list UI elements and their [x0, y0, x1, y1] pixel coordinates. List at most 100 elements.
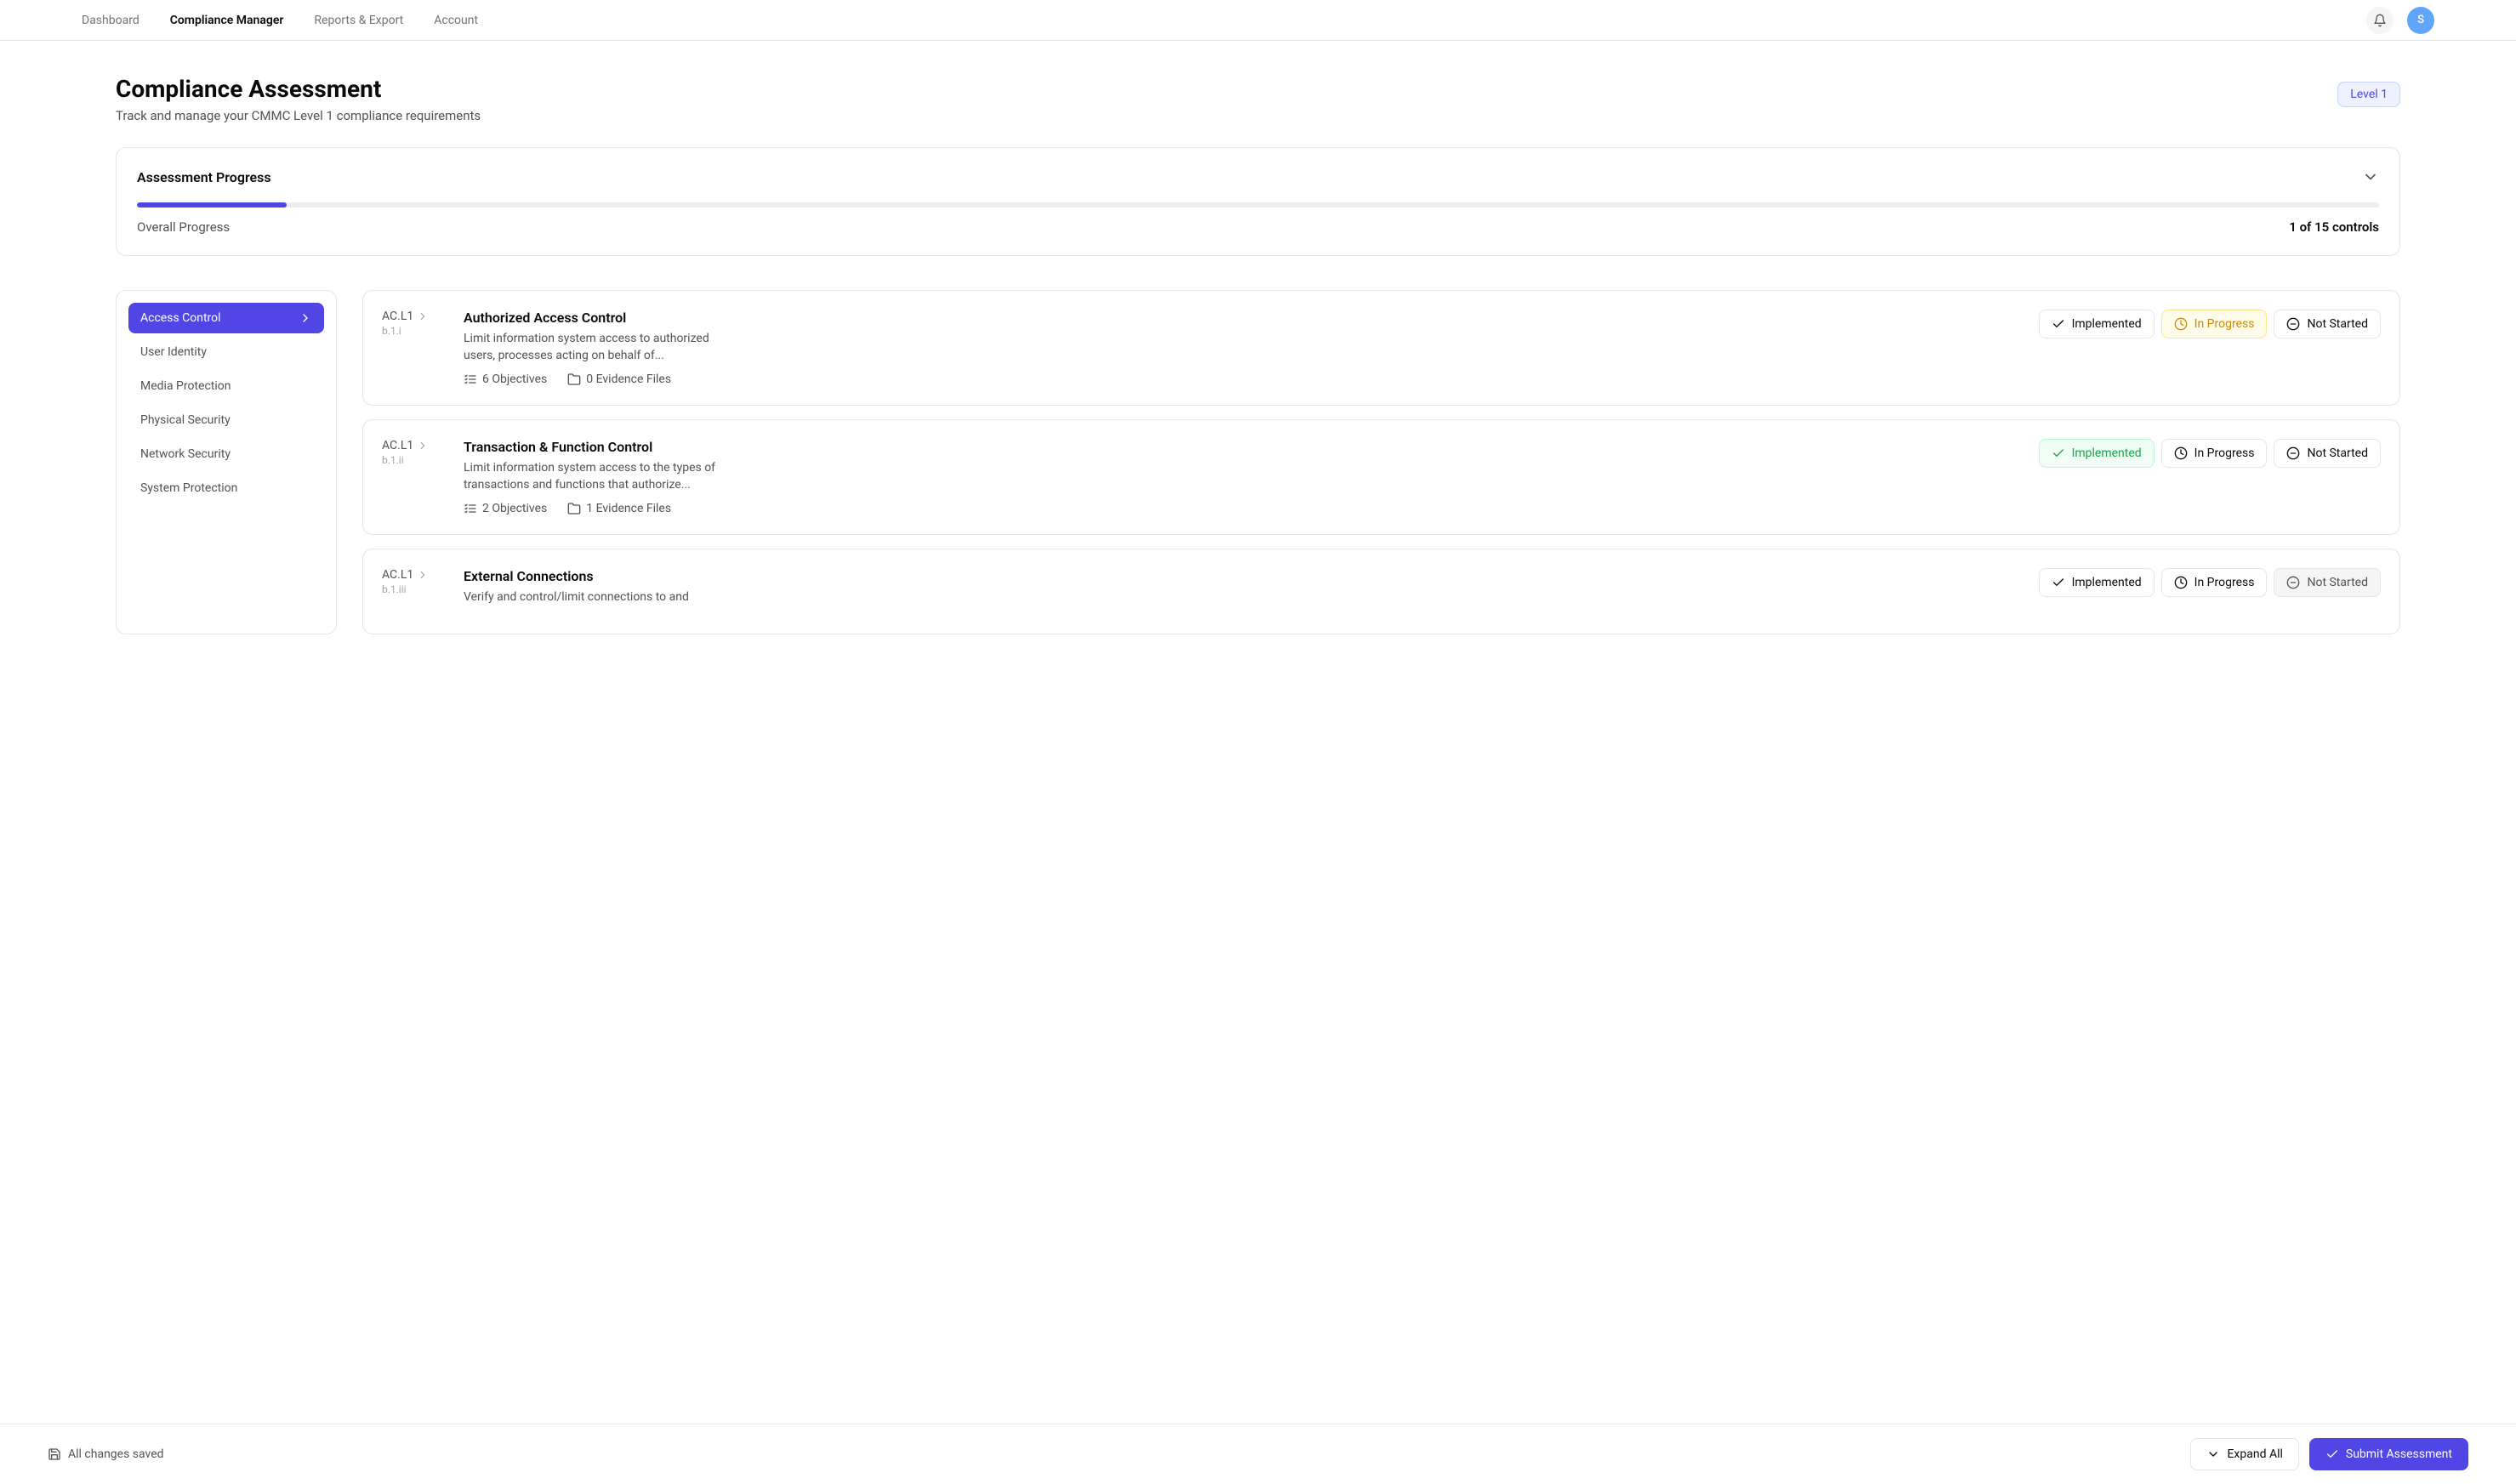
chevron-down-icon: [2206, 1447, 2220, 1461]
control-card: AC.L1b.1.i Authorized Access Control Limit…: [362, 290, 2400, 406]
sidebar-item-label: Access Control: [140, 311, 221, 325]
status-button-label: Implemented: [2072, 576, 2142, 589]
clock-icon: [2174, 446, 2188, 460]
progress-info: Overall Progress 1 of 15 controls: [137, 219, 2379, 235]
status-button-implemented[interactable]: Implemented: [2039, 568, 2155, 597]
status-buttons: Implemented In Progress Not Started: [2039, 310, 2381, 386]
chevron-right-icon: [417, 569, 429, 581]
status-button-not-started[interactable]: Not Started: [2274, 439, 2381, 468]
status-button-not-started[interactable]: Not Started: [2274, 310, 2381, 338]
control-id-sub: b.1.ii: [382, 454, 440, 466]
control-id: AC.L1b.1.i: [382, 310, 440, 386]
list-checks-icon: [464, 372, 477, 386]
control-id-main: AC.L1: [382, 568, 440, 582]
nav-tabs: Dashboard Compliance Manager Reports & Exp…: [82, 2, 478, 39]
status-button-label: Not Started: [2307, 446, 2368, 460]
progress-bar: [137, 202, 2379, 208]
sidebar-item-system-protection[interactable]: System Protection: [128, 473, 324, 503]
objectives-meta: 2 Objectives: [464, 502, 547, 515]
control-id-main: AC.L1: [382, 439, 440, 452]
check-icon: [2052, 576, 2065, 589]
control-description: Limit information system access to autho…: [464, 331, 719, 364]
status-button-label: Implemented: [2072, 446, 2142, 460]
footer-actions: Expand All Submit Assessment: [2190, 1438, 2468, 1470]
progress-label: Overall Progress: [137, 219, 230, 235]
control-id: AC.L1 b.1.ii: [382, 439, 440, 515]
control-id-sub: b.1.iii: [382, 583, 440, 595]
control-id: AC.L1b.1.iii: [382, 568, 440, 615]
body-row: Access Control User Identity Media Protect…: [116, 290, 2400, 634]
avatar[interactable]: S: [2407, 7, 2434, 34]
status-button-label: Not Started: [2307, 317, 2368, 331]
bell-icon: [2373, 14, 2387, 27]
notifications-button[interactable]: [2366, 7, 2394, 34]
evidence-meta: 1 Evidence Files: [567, 502, 671, 515]
main-content: Compliance Assessment Track and manage y…: [0, 41, 2516, 711]
nav-tab-account[interactable]: Account: [434, 2, 478, 39]
topbar: Dashboard Compliance Manager Reports & Exp…: [0, 0, 2516, 41]
status-button-label: Not Started: [2307, 576, 2368, 589]
save-icon: [48, 1447, 61, 1461]
chevron-right-icon: [299, 311, 312, 325]
control-title: Authorized Access Control: [464, 310, 2015, 326]
sidebar-item-label: Physical Security: [140, 413, 231, 427]
status-button-label: Implemented: [2072, 317, 2142, 331]
status-button-label: In Progress: [2194, 576, 2255, 589]
status-button-in-progress[interactable]: In Progress: [2161, 568, 2268, 597]
chevron-right-icon: [417, 440, 429, 452]
control-id-main: AC.L1: [382, 310, 440, 323]
nav-tab-dashboard[interactable]: Dashboard: [82, 2, 139, 39]
folder-icon: [567, 502, 581, 515]
sidebar-item-media-protection[interactable]: Media Protection: [128, 371, 324, 401]
sidebar-item-label: Media Protection: [140, 379, 231, 393]
sidebar-item-label: System Protection: [140, 481, 237, 495]
progress-count: 1 of 15 controls: [2289, 219, 2379, 235]
control-title: External Connections: [464, 568, 2015, 584]
status-button-not-started[interactable]: Not Started: [2274, 568, 2381, 597]
status-buttons: Implemented In Progress Not Started: [2039, 568, 2381, 615]
chevron-right-icon: [417, 310, 429, 322]
control-meta: 2 Objectives 1 Evidence Files: [464, 502, 2015, 515]
control-meta: 6 Objectives 0 Evidence Files: [464, 372, 2015, 386]
save-status: All changes saved: [48, 1447, 164, 1461]
sidebar: Access Control User Identity Media Protect…: [116, 290, 337, 634]
check-icon: [2052, 446, 2065, 460]
evidence-meta: 0 Evidence Files: [567, 372, 671, 386]
sidebar-item-access-control[interactable]: Access Control: [128, 303, 324, 333]
expand-all-label: Expand All: [2227, 1447, 2282, 1461]
sidebar-item-network-security[interactable]: Network Security: [128, 439, 324, 469]
status-button-label: In Progress: [2194, 317, 2255, 331]
control-description: Verify and control/limit connections to …: [464, 589, 719, 606]
level-badge: Level 1: [2337, 82, 2400, 107]
control-description: Limit information system access to the t…: [464, 460, 719, 493]
collapse-progress-button[interactable]: [2362, 168, 2379, 185]
minus-circle-icon: [2286, 576, 2300, 589]
clock-icon: [2174, 576, 2188, 589]
page-title: Compliance Assessment: [116, 75, 481, 103]
sidebar-item-physical-security[interactable]: Physical Security: [128, 405, 324, 435]
controls-list: AC.L1b.1.i Authorized Access Control Limit…: [362, 290, 2400, 634]
page-header: Compliance Assessment Track and manage y…: [116, 75, 2400, 123]
progress-card: Assessment Progress Overall Progress 1 o…: [116, 147, 2400, 256]
sidebar-item-user-identity[interactable]: User Identity: [128, 337, 324, 367]
minus-circle-icon: [2286, 446, 2300, 460]
folder-icon: [567, 372, 581, 386]
status-button-implemented[interactable]: Implemented: [2039, 439, 2155, 468]
expand-all-button[interactable]: Expand All: [2190, 1438, 2298, 1470]
nav-tab-compliance-manager[interactable]: Compliance Manager: [170, 2, 284, 39]
status-button-in-progress[interactable]: In Progress: [2161, 310, 2268, 338]
nav-tab-reports-export[interactable]: Reports & Export: [314, 2, 403, 39]
minus-circle-icon: [2286, 317, 2300, 331]
list-checks-icon: [464, 502, 477, 515]
progress-header: Assessment Progress: [137, 168, 2379, 185]
objectives-meta: 6 Objectives: [464, 372, 547, 386]
control-body: Authorized Access Control Limit informati…: [464, 310, 2015, 386]
status-button-implemented[interactable]: Implemented: [2039, 310, 2155, 338]
topbar-right: S: [2366, 7, 2434, 34]
sidebar-item-label: Network Security: [140, 447, 231, 461]
page-subtitle: Track and manage your CMMC Level 1 compl…: [116, 108, 481, 123]
progress-title: Assessment Progress: [137, 169, 271, 185]
submit-assessment-label: Submit Assessment: [2346, 1447, 2452, 1461]
submit-assessment-button[interactable]: Submit Assessment: [2309, 1438, 2468, 1470]
status-button-in-progress[interactable]: In Progress: [2161, 439, 2268, 468]
